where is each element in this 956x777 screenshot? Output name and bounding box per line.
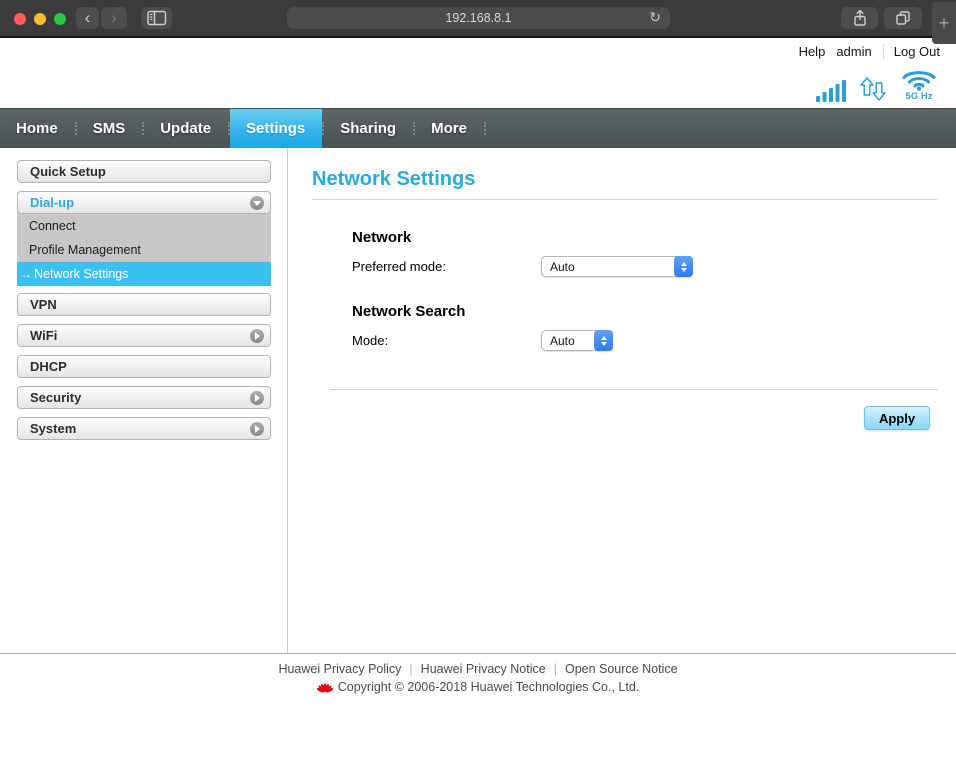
copyright-line: Copyright © 2006-2018 Huawei Technologie… (0, 680, 956, 694)
nav-item-sms[interactable]: SMS (77, 109, 143, 148)
plus-icon: + (939, 13, 950, 34)
preferred-mode-label: Preferred mode: (352, 259, 541, 274)
logout-link[interactable]: Log Out (883, 44, 940, 59)
dial-up-submenu: Connect Profile Management → Network Set… (17, 212, 271, 286)
sidebar-item-wifi[interactable]: WiFi (17, 324, 271, 347)
privacy-notice-link[interactable]: Huawei Privacy Notice (421, 662, 546, 676)
sidebar-item-label: Dial-up (30, 195, 74, 210)
url-text: 192.168.8.1 (445, 11, 511, 25)
sidebar-item-quick-setup[interactable]: Quick Setup (17, 160, 271, 183)
sidebar-item-dial-up[interactable]: Dial-up (17, 191, 271, 214)
search-mode-label: Mode: (352, 333, 541, 348)
wifi-icon (900, 66, 938, 91)
chevron-right-icon (250, 329, 264, 343)
search-mode-row: Mode: Auto (352, 330, 938, 351)
chevron-right-icon (250, 391, 264, 405)
footer-separator: | (554, 662, 557, 676)
section-divider (330, 389, 938, 390)
sidebar-item-label: VPN (30, 297, 57, 312)
nav-item-settings[interactable]: Settings (230, 109, 322, 148)
network-section-heading: Network (352, 229, 938, 246)
sidebar-item-dhcp[interactable]: DHCP (17, 355, 271, 378)
main-navbar: Home SMS Update Settings Sharing More (0, 108, 956, 148)
sidebar-icon (147, 10, 167, 26)
huawei-logo-icon (317, 680, 333, 694)
network-search-section-heading: Network Search (352, 303, 938, 320)
sidebar-item-label: DHCP (30, 359, 67, 374)
sidebar-item-label: System (30, 421, 76, 436)
sidebar-item-system[interactable]: System (17, 417, 271, 440)
back-button[interactable]: ‹ (76, 7, 99, 29)
tabs-icon (894, 10, 912, 26)
sidebar-subitem-connect[interactable]: Connect (17, 214, 271, 238)
show-tabs-button[interactable] (884, 7, 922, 29)
active-item-arrow-icon: → (20, 267, 32, 281)
back-icon: ‹ (85, 8, 91, 28)
nav-item-sharing[interactable]: Sharing (324, 109, 413, 148)
preferred-mode-select[interactable]: Auto (541, 256, 693, 277)
select-stepper-icon (674, 256, 693, 277)
account-bar: Help admin Log Out (799, 44, 940, 59)
footer-separator: | (409, 662, 412, 676)
share-button[interactable] (841, 7, 878, 29)
share-icon (851, 9, 869, 27)
close-window-button[interactable] (14, 13, 26, 25)
nav-item-home[interactable]: Home (0, 109, 75, 148)
traffic-updown-icon (859, 76, 887, 102)
sidebar-item-label: Quick Setup (30, 164, 106, 179)
wifi-band-label: 5G Hz (906, 91, 933, 102)
sidebar-toggle-button[interactable] (141, 7, 172, 29)
nav-item-more[interactable]: More (415, 109, 484, 148)
refresh-icon[interactable]: ↻ (649, 9, 661, 26)
minimize-window-button[interactable] (34, 13, 46, 25)
sidebar-subitem-label: Profile Management (29, 243, 141, 257)
apply-row: Apply (312, 406, 938, 430)
sidebar-subitem-label: Network Settings (34, 267, 128, 281)
zoom-window-button[interactable] (54, 13, 66, 25)
search-mode-select[interactable]: Auto (541, 330, 613, 351)
sidebar-item-label: WiFi (30, 328, 57, 343)
sidebar-item-security[interactable]: Security (17, 386, 271, 409)
main-panel: Network Settings Network Preferred mode:… (288, 148, 956, 653)
chevron-down-icon (250, 196, 264, 210)
page-footer: Huawei Privacy Policy | Huawei Privacy N… (0, 653, 956, 777)
nav-separator (484, 122, 486, 135)
preferred-mode-value: Auto (550, 260, 575, 274)
preferred-mode-row: Preferred mode: Auto (352, 256, 938, 277)
search-mode-value: Auto (550, 334, 575, 348)
sidebar-subitem-network-settings[interactable]: → Network Settings (17, 262, 271, 286)
forward-icon: › (111, 8, 117, 28)
status-icons: 5G Hz (816, 66, 938, 102)
address-bar[interactable]: 192.168.8.1 ↻ (287, 7, 670, 29)
wifi-status: 5G Hz (900, 66, 938, 102)
browser-toolbar: ‹ › 192.168.8.1 ↻ (0, 0, 956, 38)
sidebar-item-label: Security (30, 390, 81, 405)
sidebar-subitem-label: Connect (29, 219, 76, 233)
open-source-notice-link[interactable]: Open Source Notice (565, 662, 678, 676)
footer-links: Huawei Privacy Policy | Huawei Privacy N… (0, 662, 956, 676)
settings-sidebar: Quick Setup Dial-up Connect Profile Mana… (0, 148, 288, 653)
signal-strength-icon (816, 78, 846, 102)
sidebar-item-vpn[interactable]: VPN (17, 293, 271, 316)
help-link[interactable]: Help (799, 44, 826, 59)
page-title: Network Settings (312, 168, 938, 200)
content-area: Quick Setup Dial-up Connect Profile Mana… (0, 148, 956, 653)
privacy-policy-link[interactable]: Huawei Privacy Policy (278, 662, 401, 676)
chevron-right-icon (250, 422, 264, 436)
select-stepper-icon (594, 330, 613, 351)
sidebar-subitem-profile-management[interactable]: Profile Management (17, 238, 271, 262)
logged-in-user: admin (836, 44, 871, 59)
nav-item-update[interactable]: Update (144, 109, 228, 148)
apply-button[interactable]: Apply (864, 406, 930, 430)
forward-button[interactable]: › (101, 7, 127, 29)
site-header: Help admin Log Out 5G Hz (0, 38, 956, 108)
copyright-text: Copyright © 2006-2018 Huawei Technologie… (338, 680, 640, 694)
new-tab-button[interactable]: + (932, 2, 956, 44)
